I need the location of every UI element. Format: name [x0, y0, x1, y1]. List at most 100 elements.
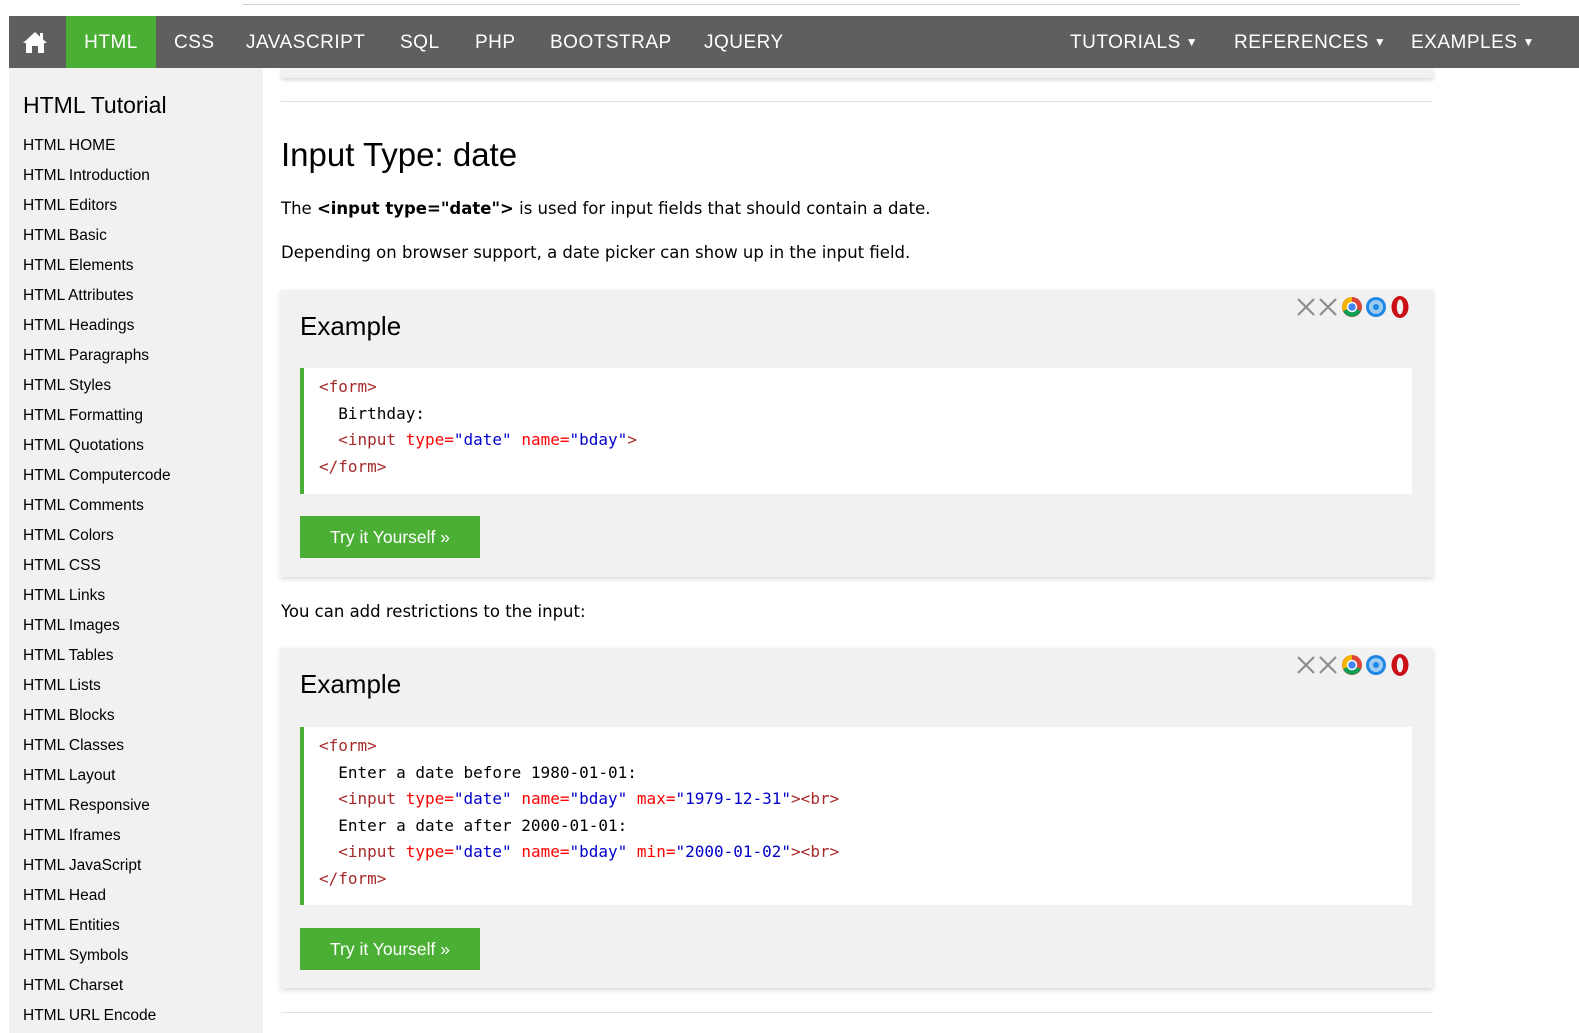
code-token: "bday" — [569, 842, 628, 861]
main-content: Input Type: date The <input type="date">… — [281, 68, 1433, 1033]
code-token: </form> — [319, 868, 387, 888]
example-box: Example <form> Birthday: <input type="da… — [281, 290, 1433, 577]
sidebar-item-tables[interactable]: HTML Tables — [23, 641, 171, 671]
divider — [281, 1012, 1433, 1013]
code-token: type= — [405, 842, 454, 861]
code-token: Enter a date before 1980-01-01: — [338, 762, 637, 782]
sidebar-item-url-encode[interactable]: HTML URL Encode — [23, 1001, 171, 1031]
sidebar-item-paragraphs[interactable]: HTML Paragraphs — [23, 341, 171, 371]
sidebar-item-comments[interactable]: HTML Comments — [23, 491, 171, 521]
sidebar-item-basic[interactable]: HTML Basic — [23, 221, 171, 251]
code-token: "bday" — [569, 430, 628, 449]
caret-down-icon: ▼ — [1373, 35, 1387, 49]
nav-jquery[interactable]: JQUERY — [704, 16, 784, 68]
code-token: type= — [405, 430, 454, 449]
sidebar-item-introduction[interactable]: HTML Introduction — [23, 161, 171, 191]
previous-example-stub — [281, 68, 1433, 78]
code-token: <form> — [319, 377, 377, 396]
sidebar-item-attributes[interactable]: HTML Attributes — [23, 281, 171, 311]
firefox-unsupported-icon — [1319, 656, 1337, 674]
browser-support-icons — [1297, 296, 1409, 318]
sidebar-item-colors[interactable]: HTML Colors — [23, 521, 171, 551]
code-token: <input — [338, 842, 397, 861]
sidebar-item-blocks[interactable]: HTML Blocks — [23, 701, 171, 731]
code-token: ><br> — [791, 789, 840, 808]
code-token: ><br> — [791, 842, 840, 861]
nav-references-label: REFERENCES — [1234, 32, 1369, 53]
sidebar-item-headings[interactable]: HTML Headings — [23, 311, 171, 341]
nav-tutorials-label: TUTORIALS — [1070, 32, 1181, 53]
intro-prefix: The — [281, 199, 317, 218]
caret-down-icon: ▼ — [1522, 35, 1535, 49]
home-icon[interactable] — [22, 30, 48, 54]
sidebar-item-entities[interactable]: HTML Entities — [23, 911, 171, 941]
sidebar-item-javascript[interactable]: HTML JavaScript — [23, 851, 171, 881]
sidebar-item-formatting[interactable]: HTML Formatting — [23, 401, 171, 431]
edge-unsupported-icon — [1297, 656, 1315, 674]
code-token: <form> — [319, 736, 377, 755]
sidebar-item-images[interactable]: HTML Images — [23, 611, 171, 641]
sidebar-item-responsive[interactable]: HTML Responsive — [23, 791, 171, 821]
nav-sql[interactable]: SQL — [400, 16, 440, 68]
opera-icon — [1391, 296, 1409, 318]
sidebar-title: HTML Tutorial — [23, 92, 167, 118]
sidebar-item-quotations[interactable]: HTML Quotations — [23, 431, 171, 461]
code-token: </form> — [319, 456, 387, 476]
code-token: "bday" — [569, 789, 628, 808]
sidebar-item-editors[interactable]: HTML Editors — [23, 191, 171, 221]
sidebar-item-layout[interactable]: HTML Layout — [23, 761, 171, 791]
sidebar-item-charset[interactable]: HTML Charset — [23, 971, 171, 1001]
nav-examples-dropdown[interactable]: EXAMPLES ▼ — [1411, 16, 1535, 68]
datepicker-paragraph: Depending on browser support, a date pic… — [281, 243, 911, 262]
sidebar-item-classes[interactable]: HTML Classes — [23, 731, 171, 761]
sidebar-item-computercode[interactable]: HTML Computercode — [23, 461, 171, 491]
intro-paragraph: The <input type="date"> is used for inpu… — [281, 199, 931, 218]
try-it-yourself-button[interactable]: Try it Yourself » — [300, 516, 480, 558]
code-token: type= — [405, 789, 454, 808]
nav-references-dropdown[interactable]: REFERENCES ▼ — [1234, 16, 1386, 68]
code-token: <input — [338, 789, 397, 808]
nav-html[interactable]: HTML — [66, 16, 156, 68]
sidebar-item-home[interactable]: HTML HOME — [23, 131, 171, 161]
intro-code: <input type="date"> — [316, 199, 514, 218]
firefox-unsupported-icon — [1319, 298, 1337, 316]
chrome-icon — [1342, 655, 1362, 675]
code-token: Birthday: — [338, 403, 425, 423]
code-token: "date" — [453, 842, 512, 861]
sidebar-item-links[interactable]: HTML Links — [23, 581, 171, 611]
browser-support-icons — [1297, 654, 1409, 676]
example-box: Example <form> Enter a date before 1980-… — [281, 648, 1433, 988]
caret-down-icon: ▼ — [1185, 35, 1199, 49]
sidebar-item-iframes[interactable]: HTML Iframes — [23, 821, 171, 851]
top-navbar: HTML CSS JAVASCRIPT SQL PHP BOOTSTRAP JQ… — [9, 16, 1579, 68]
nav-examples-label: EXAMPLES — [1411, 32, 1518, 53]
sidebar-item-styles[interactable]: HTML Styles — [23, 371, 171, 401]
code-block: <form> Birthday: <input type="date" name… — [300, 368, 1412, 494]
restrictions-paragraph: You can add restrictions to the input: — [281, 602, 586, 621]
sidebar-item-css[interactable]: HTML CSS — [23, 551, 171, 581]
code-block: <form> Enter a date before 1980-01-01: <… — [300, 727, 1412, 905]
safari-icon — [1366, 297, 1386, 317]
code-token: > — [627, 430, 637, 449]
sidebar-item-lists[interactable]: HTML Lists — [23, 671, 171, 701]
nav-javascript[interactable]: JAVASCRIPT — [246, 16, 365, 68]
code-token: min= — [636, 842, 676, 861]
try-it-yourself-button[interactable]: Try it Yourself » — [300, 928, 480, 970]
sidebar-item-head[interactable]: HTML Head — [23, 881, 171, 911]
sidebar: HTML Tutorial HTML HOME HTML Introductio… — [9, 68, 263, 1033]
code-token: name= — [521, 842, 570, 861]
edge-unsupported-icon — [1297, 298, 1315, 316]
nav-css[interactable]: CSS — [174, 16, 215, 68]
sidebar-item-elements[interactable]: HTML Elements — [23, 251, 171, 281]
sidebar-item-symbols[interactable]: HTML Symbols — [23, 941, 171, 971]
safari-icon — [1366, 655, 1386, 675]
code-token: max= — [636, 789, 676, 808]
nav-tutorials-dropdown[interactable]: TUTORIALS ▼ — [1070, 16, 1198, 68]
chrome-icon — [1342, 297, 1362, 317]
code-token: name= — [521, 789, 570, 808]
nav-php[interactable]: PHP — [475, 16, 516, 68]
nav-bootstrap[interactable]: BOOTSTRAP — [550, 16, 672, 68]
intro-suffix: is used for input fields that should con… — [513, 199, 931, 218]
code-token: "date" — [453, 789, 512, 808]
code-token: <input — [338, 430, 397, 449]
